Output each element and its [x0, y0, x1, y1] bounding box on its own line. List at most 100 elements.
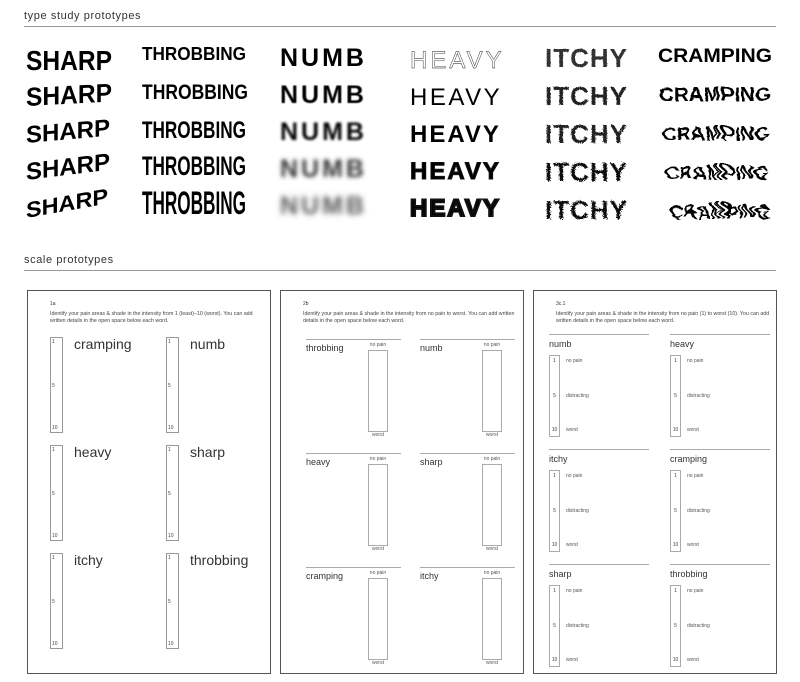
scale-item-throbbing: 1 5 10 throbbing — [166, 552, 276, 649]
scale-word: heavy — [74, 444, 112, 460]
svg-text:ITCHY: ITCHY — [545, 43, 628, 73]
scale-word: itchy — [74, 552, 103, 568]
card-instructions: Identify your pain areas & shade in the … — [556, 311, 770, 324]
svg-text:NUMB: NUMB — [280, 44, 367, 72]
mark-5: 5 — [553, 623, 556, 629]
svg-text:ITCHY: ITCHY — [545, 119, 628, 149]
type-word-sharp-5: SHARP — [26, 184, 146, 228]
type-word-throbbing-3: THROBBING — [140, 114, 260, 150]
scale-card-2b: 2b Identify your pain areas & shade in t… — [280, 290, 524, 674]
svg-text:SHARP: SHARP — [26, 115, 110, 149]
type-word-cramping-2: CRAMPING — [658, 80, 778, 116]
scale-item-cramping: cramping 1 5 10 no pain distracting wors… — [670, 449, 780, 559]
type-word-sharp-3: SHARP — [26, 115, 146, 153]
scale-item-sharp: sharp 1 5 10 no pain distracting worst — [549, 564, 659, 674]
label-worst: worst — [372, 660, 384, 666]
type-word-itchy-5: ITCHY — [545, 194, 665, 230]
mark-10: 10 — [168, 425, 174, 431]
level-distracting: distracting — [566, 623, 589, 629]
level-worst: worst — [566, 542, 578, 548]
svg-text:SHARP: SHARP — [26, 45, 112, 76]
type-column-itchy: ITCHY ITCHY ITCHY ITCHY ITCHY — [545, 40, 665, 230]
mark-1: 1 — [553, 358, 556, 364]
level-distracting: distracting — [687, 623, 710, 629]
type-word-numb-2: NUMB — [280, 79, 400, 115]
type-word-numb-5: NUMB — [280, 190, 400, 226]
svg-text:CRAMPING: CRAMPING — [666, 198, 766, 218]
scale-prototypes-divider — [24, 270, 776, 271]
svg-text:ITCHY: ITCHY — [545, 195, 628, 225]
svg-text:HEAVY: HEAVY — [410, 47, 505, 74]
mark-5: 5 — [52, 383, 55, 389]
scale-word: throbbing — [670, 569, 708, 579]
intensity-bar[interactable] — [482, 350, 502, 432]
type-word-throbbing-2: THROBBING — [140, 78, 260, 114]
scale-item-throbbing: throbbing no pain worst — [306, 339, 401, 443]
scale-word: sharp — [549, 569, 572, 579]
svg-text:SHARP: SHARP — [26, 78, 112, 112]
level-worst: worst — [687, 657, 699, 663]
svg-text:CRAMPING: CRAMPING — [662, 160, 766, 180]
label-worst: worst — [372, 432, 384, 438]
intensity-bar[interactable] — [368, 578, 388, 660]
svg-text:THROBBING: THROBBING — [142, 44, 246, 64]
svg-text:CRAMPING: CRAMPING — [658, 46, 772, 67]
type-word-cramping-1: CRAMPING — [658, 42, 778, 78]
svg-text:THROBBING: THROBBING — [142, 117, 246, 144]
scale-item-heavy: heavy 1 5 10 no pain distracting worst — [670, 334, 780, 444]
mark-1: 1 — [168, 447, 171, 453]
type-study-divider — [24, 26, 776, 27]
mark-1: 1 — [553, 473, 556, 479]
mark-1: 1 — [168, 555, 171, 561]
mark-1: 1 — [168, 339, 171, 345]
type-word-throbbing-4: THROBBING — [140, 148, 260, 184]
type-word-itchy-3: ITCHY — [545, 118, 665, 154]
svg-text:THROBBING: THROBBING — [142, 185, 246, 221]
scale-word: numb — [190, 336, 226, 352]
mark-10: 10 — [52, 641, 58, 647]
type-column-numb: NUMB NUMB NUMB NUMB NUMB — [280, 40, 400, 230]
scale-word: sharp — [190, 444, 226, 460]
intensity-bar[interactable] — [368, 464, 388, 546]
mark-5: 5 — [168, 599, 171, 605]
mark-10: 10 — [672, 657, 679, 663]
mark-10: 10 — [551, 542, 558, 548]
level-distracting: distracting — [687, 508, 710, 514]
intensity-bar[interactable] — [482, 578, 502, 660]
card-instructions: Identify your pain areas & shade in the … — [303, 311, 515, 324]
scale-item-heavy: heavy no pain worst — [306, 453, 401, 557]
type-column-throbbing: THROBBING THROBBING THROBBING THROBBING … — [140, 40, 260, 230]
scale-word: sharp — [420, 457, 443, 467]
type-column-heavy: HEAVY HEAVY HEAVY HEAVY HEAVY — [409, 40, 530, 230]
label-no-pain: no pain — [483, 342, 501, 348]
mark-5: 5 — [168, 491, 171, 497]
mark-5: 5 — [674, 393, 677, 399]
svg-text:NUMB: NUMB — [280, 155, 367, 183]
label-worst: worst — [372, 546, 384, 552]
intensity-bar[interactable] — [368, 350, 388, 432]
label-worst: worst — [486, 432, 498, 438]
type-word-sharp-2: SHARP — [26, 78, 146, 116]
type-word-throbbing-1: THROBBING — [140, 42, 260, 78]
svg-text:NUMB: NUMB — [280, 192, 367, 220]
card-instructions: Identify your pain areas & shade in the … — [50, 311, 253, 324]
label-no-pain: no pain — [369, 456, 387, 462]
label-worst: worst — [486, 546, 498, 552]
scale-word: throbbing — [306, 343, 344, 353]
card-id: 2b — [303, 301, 309, 307]
mark-5: 5 — [674, 623, 677, 629]
svg-text:HEAVY: HEAVY — [410, 84, 502, 111]
scale-word: heavy — [670, 339, 695, 349]
level-no-pain: no pain — [687, 588, 704, 594]
scale-word: numb — [549, 339, 572, 349]
card-id: 1a — [50, 301, 56, 307]
mark-5: 5 — [553, 508, 556, 514]
type-column-sharp: SHARP SHARP SHARP SHARP SHARP — [26, 40, 146, 230]
scale-prototypes-title: scale prototypes — [24, 254, 114, 266]
mark-10: 10 — [52, 425, 58, 431]
svg-text:THROBBING: THROBBING — [142, 81, 248, 104]
scale-item-heavy: 1 5 10 heavy — [50, 444, 160, 541]
intensity-bar[interactable] — [482, 464, 502, 546]
scale-word: itchy — [549, 454, 568, 464]
type-word-itchy-4: ITCHY — [545, 156, 665, 192]
